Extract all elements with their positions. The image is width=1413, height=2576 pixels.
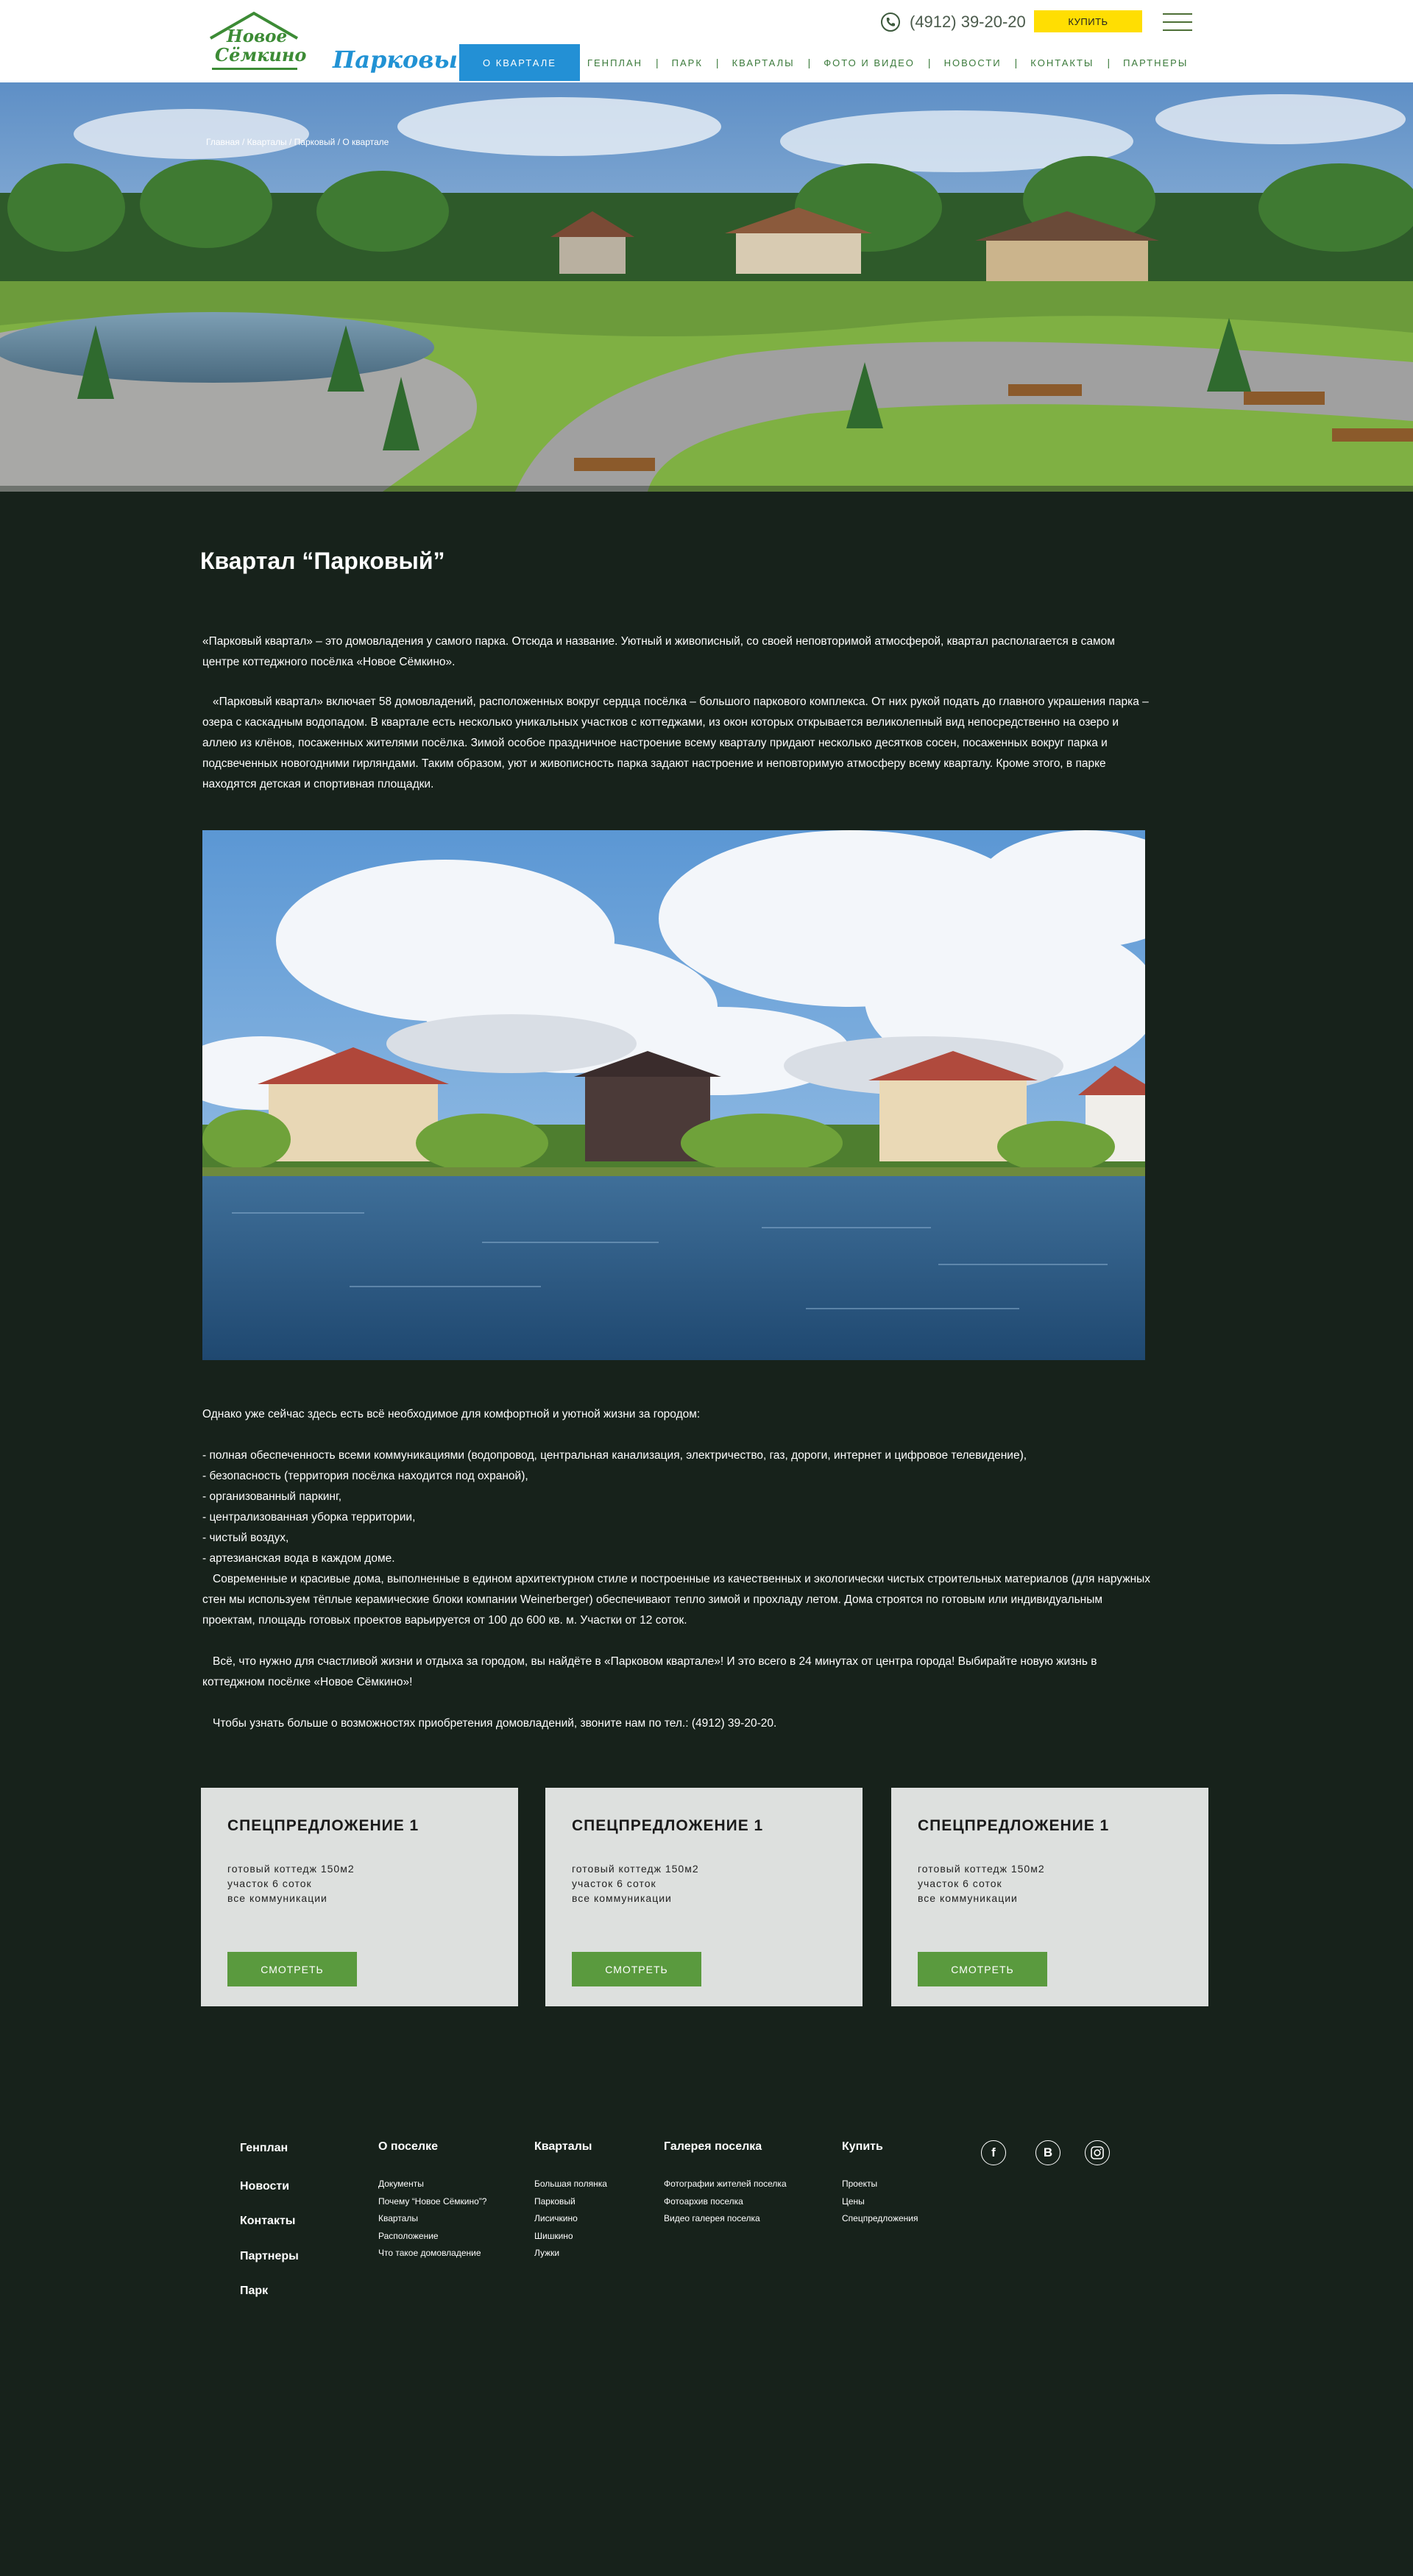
offer-line: участок 6 соток bbox=[918, 1878, 1002, 1889]
footer-column-title: Кварталы bbox=[534, 2140, 592, 2153]
footer-column-title: О поселке bbox=[378, 2140, 438, 2153]
offer-line: все коммуникации bbox=[572, 1892, 672, 1904]
lake-houses-photo bbox=[202, 830, 1145, 1360]
nav-item-park[interactable]: ПАРК bbox=[672, 44, 703, 81]
footer-link[interactable]: Лужки bbox=[534, 2245, 607, 2262]
menu-burger-icon[interactable] bbox=[1163, 12, 1192, 32]
phone-icon bbox=[881, 13, 900, 32]
nav-separator: | bbox=[1107, 57, 1111, 68]
intro-paragraph: «Парковый квартал» – это домовладения у … bbox=[202, 635, 1115, 668]
nav-item-partners[interactable]: ПАРТНЕРЫ bbox=[1123, 44, 1188, 81]
nav-item-quarters[interactable]: КВАРТАЛЫ bbox=[732, 44, 795, 81]
offer-line: все коммуникации bbox=[227, 1892, 327, 1904]
nav-separator: | bbox=[656, 57, 659, 68]
footer-link[interactable]: Парковый bbox=[534, 2193, 607, 2211]
footer-column-gallery: Галерея поселка Фотографии жителей посел… bbox=[664, 2140, 787, 2228]
nav-item-photo-video[interactable]: ФОТО И ВИДЕО bbox=[824, 44, 915, 81]
hero-park-image: Главная / Кварталы / Парковый / О кварта… bbox=[0, 82, 1413, 492]
logo-text-line2: Сёмкино bbox=[215, 44, 307, 66]
feature-item: - чистый воздух, bbox=[202, 1532, 289, 1544]
footer-link[interactable]: Спецпредложения bbox=[842, 2210, 918, 2228]
footer-link-park[interactable]: Парк bbox=[240, 2285, 268, 2298]
footer-link-news[interactable]: Новости bbox=[240, 2180, 289, 2193]
feature-item: - артезианская вода в каждом доме. bbox=[202, 1552, 395, 1565]
offer-title: СПЕЦПРЕДЛОЖЕНИЕ 1 bbox=[918, 1817, 1110, 1834]
footer-link-partners[interactable]: Партнеры bbox=[240, 2250, 299, 2263]
offer-description: готовый коттедж 150м2 участок 6 соток вс… bbox=[572, 1861, 699, 1906]
footer-column-quarters: Кварталы Большая полянка Парковый Лисичк… bbox=[534, 2140, 607, 2262]
footer-link-genplan[interactable]: Генплан bbox=[240, 2142, 288, 2155]
summary-paragraph: Всё, что нужно для счастливой жизни и от… bbox=[202, 1655, 1097, 1688]
logo-underline bbox=[212, 68, 297, 70]
vk-icon[interactable]: В bbox=[1035, 2140, 1060, 2165]
footer-column-about: О поселке Документы Почему “Новое Сёмкин… bbox=[378, 2140, 486, 2262]
footer-link[interactable]: Цены bbox=[842, 2193, 918, 2211]
footer-link[interactable]: Фотографии жителей поселка bbox=[664, 2176, 787, 2193]
footer-link[interactable]: Почему “Новое Сёмкино”? bbox=[378, 2193, 486, 2211]
nav-separator: | bbox=[807, 57, 811, 68]
main-nav: О КВАРТАЛЕ ГЕНПЛАН | ПАРК | КВАРТАЛЫ | Ф… bbox=[459, 44, 1188, 81]
footer-link[interactable]: Большая полянка bbox=[534, 2176, 607, 2193]
features-block: Однако уже сейчас здесь есть всё необход… bbox=[202, 1404, 1152, 1734]
offer-view-button[interactable]: СМОТРЕТЬ bbox=[572, 1952, 701, 1986]
footer-link-contacts[interactable]: Контакты bbox=[240, 2215, 295, 2228]
description-paragraph: «Парковый квартал» включает 58 домовладе… bbox=[202, 696, 1149, 790]
offer-view-button[interactable]: СМОТРЕТЬ bbox=[918, 1952, 1047, 1986]
footer-link[interactable]: Фотоархив поселка bbox=[664, 2193, 787, 2211]
footer-link[interactable]: Проекты bbox=[842, 2176, 918, 2193]
feature-item: - полная обеспеченность всеми коммуникац… bbox=[202, 1449, 1027, 1462]
footer-column-title: Купить bbox=[842, 2140, 883, 2153]
features-intro: Однако уже сейчас здесь есть всё необход… bbox=[202, 1408, 701, 1420]
nav-separator: | bbox=[715, 57, 719, 68]
lake-houses-illustration bbox=[202, 830, 1145, 1360]
offer-line: участок 6 соток bbox=[227, 1878, 312, 1889]
offer-card: СПЕЦПРЕДЛОЖЕНИЕ 1 готовый коттедж 150м2 … bbox=[545, 1788, 863, 2006]
footer-column-title: Галерея поселка bbox=[664, 2140, 762, 2153]
nav-separator: | bbox=[1014, 57, 1018, 68]
facebook-icon[interactable]: f bbox=[981, 2140, 1006, 2165]
footer-link[interactable]: Что такое домовладение bbox=[378, 2245, 486, 2262]
feature-item: - организованный паркинг, bbox=[202, 1490, 342, 1503]
footer-column-buy: Купить Проекты Цены Спецпредложения bbox=[842, 2140, 918, 2228]
nav-item-genplan[interactable]: ГЕНПЛАН bbox=[580, 44, 642, 81]
buy-button[interactable]: КУПИТЬ bbox=[1034, 10, 1142, 32]
site-header: Новое Сёмкино Парковый (4912) 39-20-20 К… bbox=[0, 0, 1413, 82]
instagram-glyph-icon bbox=[1091, 2146, 1104, 2159]
feature-item: - централизованная уборка территории, bbox=[202, 1511, 416, 1524]
offer-card: СПЕЦПРЕДЛОЖЕНИЕ 1 готовый коттедж 150м2 … bbox=[891, 1788, 1208, 2006]
nav-item-about[interactable]: О КВАРТАЛЕ bbox=[459, 44, 580, 81]
phone-number: (4912) 39-20-20 bbox=[910, 13, 1026, 31]
offer-view-button[interactable]: СМОТРЕТЬ bbox=[227, 1952, 357, 1986]
footer-link[interactable]: Документы bbox=[378, 2176, 486, 2193]
nav-item-contacts[interactable]: КОНТАКТЫ bbox=[1030, 44, 1094, 81]
logo[interactable]: Новое Сёмкино bbox=[205, 10, 307, 72]
footer-link[interactable]: Кварталы bbox=[378, 2210, 486, 2228]
nav-separator: | bbox=[927, 57, 931, 68]
breadcrumb[interactable]: Главная / Кварталы / Парковый / О кварта… bbox=[206, 137, 389, 147]
houses-paragraph: Современные и красивые дома, выполненные… bbox=[202, 1573, 1151, 1627]
footer-link[interactable]: Расположение bbox=[378, 2228, 486, 2246]
contact-paragraph: Чтобы узнать больше о возможностях приоб… bbox=[213, 1717, 777, 1730]
offer-description: готовый коттедж 150м2 участок 6 соток вс… bbox=[227, 1861, 355, 1906]
footer-link[interactable]: Шишкино bbox=[534, 2228, 607, 2246]
nav-item-news[interactable]: НОВОСТИ bbox=[944, 44, 1002, 81]
offer-line: участок 6 соток bbox=[572, 1878, 656, 1889]
offer-line: готовый коттедж 150м2 bbox=[572, 1863, 699, 1875]
offer-description: готовый коттедж 150м2 участок 6 соток вс… bbox=[918, 1861, 1045, 1906]
feature-item: - безопасность (территория посёлка наход… bbox=[202, 1470, 528, 1482]
instagram-icon[interactable] bbox=[1085, 2140, 1110, 2165]
logo-text-line1: Новое bbox=[227, 26, 288, 46]
header-phone[interactable]: (4912) 39-20-20 bbox=[880, 10, 1026, 34]
quarter-brand[interactable]: Парковый bbox=[333, 46, 475, 74]
offer-card: СПЕЦПРЕДЛОЖЕНИЕ 1 готовый коттедж 150м2 … bbox=[201, 1788, 518, 2006]
page-title: Квартал “Парковый” bbox=[200, 548, 445, 574]
offer-line: все коммуникации bbox=[918, 1892, 1018, 1904]
footer-link[interactable]: Лисичкино bbox=[534, 2210, 607, 2228]
footer-link[interactable]: Видео галерея поселка bbox=[664, 2210, 787, 2228]
offer-title: СПЕЦПРЕДЛОЖЕНИЕ 1 bbox=[572, 1817, 764, 1834]
offer-line: готовый коттедж 150м2 bbox=[227, 1863, 355, 1875]
offer-line: готовый коттедж 150м2 bbox=[918, 1863, 1045, 1875]
offer-title: СПЕЦПРЕДЛОЖЕНИЕ 1 bbox=[227, 1817, 419, 1834]
